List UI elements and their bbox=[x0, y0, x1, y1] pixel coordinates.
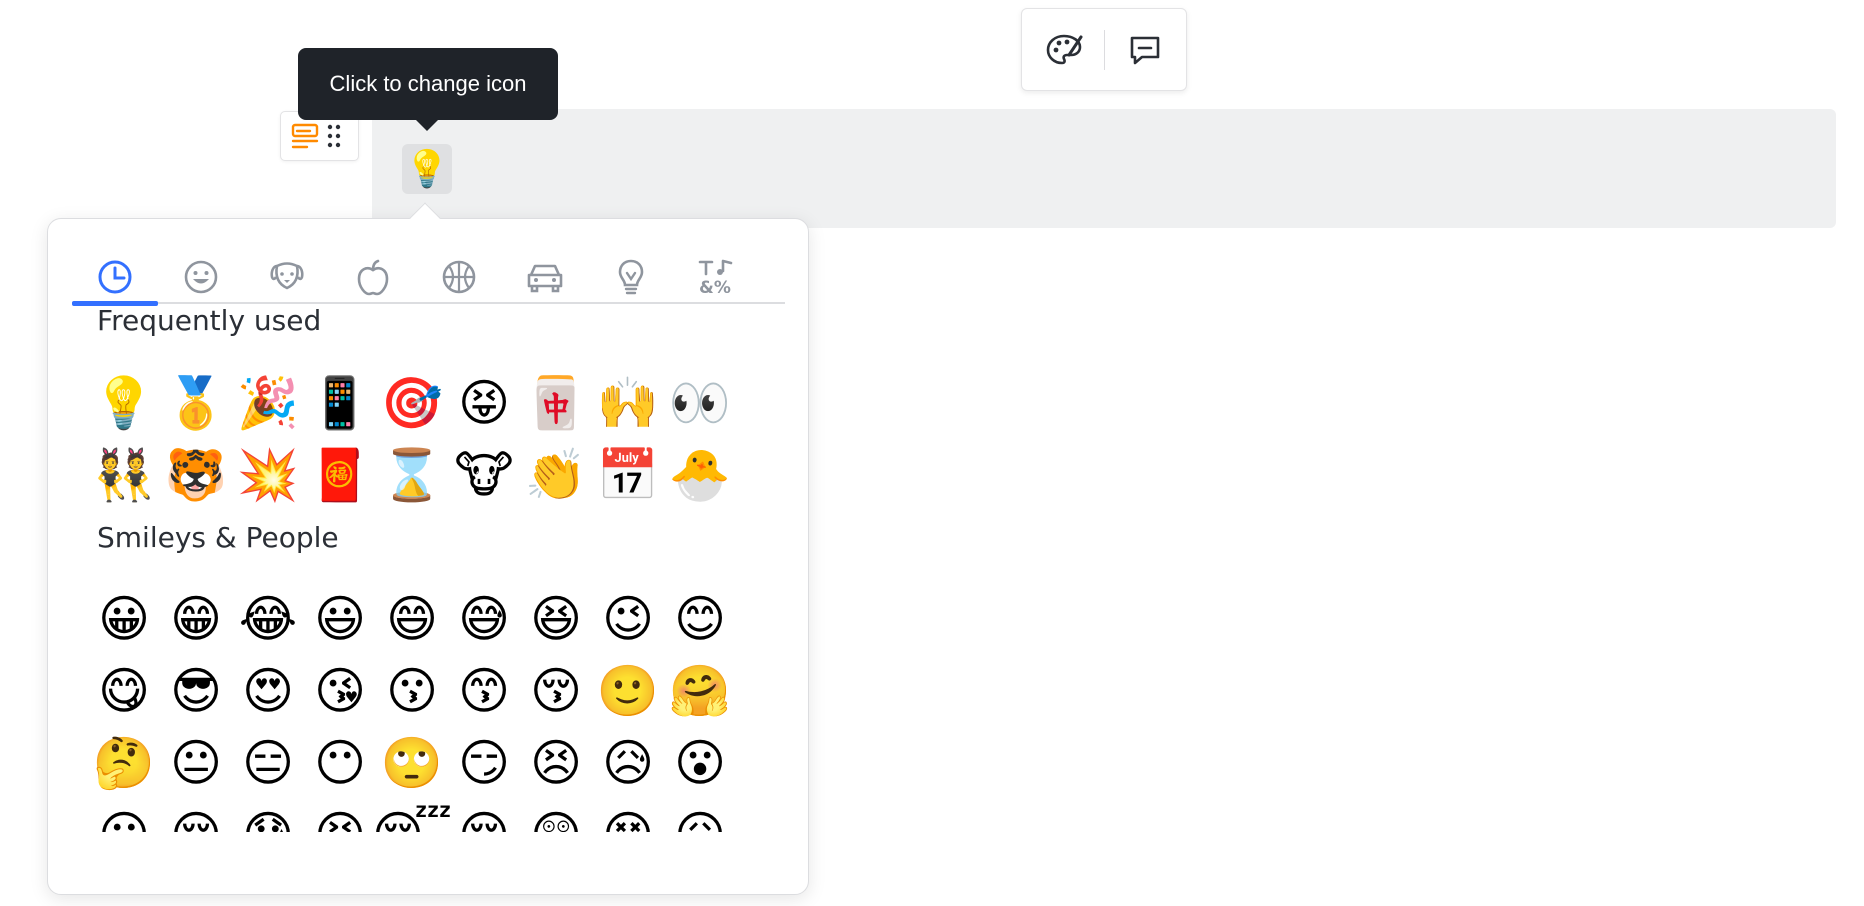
dog-icon bbox=[270, 261, 304, 289]
basketball-icon bbox=[442, 260, 476, 293]
emoji-item[interactable]: 🐣 bbox=[664, 439, 736, 511]
emoji-picker: &% Frequently used 💡 🥇 🎉 📱 🎯 😝 🀄 🙌 👀 👯 🐯 💥 🧧 ⌛ 🐮 👏 📅 🐣 Sm… bbox=[47, 218, 809, 895]
emoji-category-tabs: &% bbox=[72, 249, 785, 306]
tab-symbols[interactable]: &% bbox=[674, 249, 760, 304]
tab-food[interactable] bbox=[330, 249, 416, 304]
emoji-item[interactable]: 😐 bbox=[160, 727, 232, 799]
callout-icon-button[interactable]: 💡 bbox=[402, 144, 452, 194]
emoji-item[interactable]: 💡 bbox=[88, 367, 160, 439]
tooltip: Click to change icon bbox=[298, 48, 558, 131]
emoji-item[interactable]: 😎 bbox=[160, 655, 232, 727]
emoji-item[interactable]: 😓 bbox=[232, 799, 304, 832]
palette-icon bbox=[1046, 34, 1082, 64]
emoji-item[interactable]: 🐯 bbox=[160, 439, 232, 511]
emoji-item[interactable]: 🎯 bbox=[376, 367, 448, 439]
emoji-item[interactable]: 😐 bbox=[88, 799, 160, 832]
emoji-item[interactable]: 😘 bbox=[304, 655, 376, 727]
emoji-item[interactable]: 😙 bbox=[448, 655, 520, 727]
emoji-item[interactable]: 😵 bbox=[592, 799, 664, 832]
tab-activities[interactable] bbox=[416, 249, 502, 304]
emoji-item[interactable]: 😫 bbox=[304, 799, 376, 832]
car-icon bbox=[527, 264, 563, 292]
emoji-item[interactable]: 👀 bbox=[664, 367, 736, 439]
callout-block[interactable] bbox=[372, 109, 1836, 228]
callout-block-icon bbox=[291, 123, 319, 149]
emoji-item[interactable]: 🤔 bbox=[88, 727, 160, 799]
emoji-item[interactable]: 🀄 bbox=[520, 367, 592, 439]
emoji-item[interactable]: 👏 bbox=[520, 439, 592, 511]
lightbulb-icon bbox=[618, 259, 644, 294]
emoji-item[interactable]: 😑 bbox=[232, 727, 304, 799]
emoji-item[interactable]: 😃 bbox=[304, 583, 376, 655]
toolbar-divider bbox=[1103, 29, 1105, 70]
emoji-scroll-area[interactable]: 😀😁😂😃😄😅😆😉😊😋😎😍😘😗😙😚🙂🤗🤔😐😑😶🙄😏😣😥😮😐😌😓😫😴😔😲😵😖 bbox=[48, 583, 808, 832]
emoji-grid-frequent: 💡 🥇 🎉 📱 🎯 😝 🀄 🙌 👀 👯 🐯 💥 🧧 ⌛ 🐮 👏 📅 🐣 bbox=[88, 367, 736, 511]
emoji-item[interactable]: 😀 bbox=[88, 583, 160, 655]
emoji-item[interactable]: 😉 bbox=[592, 583, 664, 655]
emoji-item[interactable]: 🙄 bbox=[376, 727, 448, 799]
emoji-item[interactable]: 🙂 bbox=[592, 655, 664, 727]
tab-animals[interactable] bbox=[244, 249, 330, 304]
emoji-item[interactable]: 😂 bbox=[232, 583, 304, 655]
emoji-grid-smileys: 😀😁😂😃😄😅😆😉😊😋😎😍😘😗😙😚🙂🤗🤔😐😑😶🙄😏😣😥😮😐😌😓😫😴😔😲😵😖 bbox=[88, 583, 736, 832]
emoji-item[interactable]: 😮 bbox=[664, 727, 736, 799]
emoji-item[interactable]: 🙌 bbox=[592, 367, 664, 439]
emoji-item[interactable]: 😚 bbox=[520, 655, 592, 727]
section-title-smileys: Smileys & People bbox=[97, 521, 339, 554]
emoji-item[interactable]: 😲 bbox=[520, 799, 592, 832]
emoji-item[interactable]: 😁 bbox=[160, 583, 232, 655]
emoji-item[interactable]: 😋 bbox=[88, 655, 160, 727]
emoji-item[interactable]: 📅 bbox=[592, 439, 664, 511]
tab-travel[interactable] bbox=[502, 249, 588, 304]
emoji-item[interactable]: 📱 bbox=[304, 367, 376, 439]
comment-button[interactable] bbox=[1115, 20, 1175, 80]
emoji-item[interactable]: 😍 bbox=[232, 655, 304, 727]
emoji-item[interactable]: 🎉 bbox=[232, 367, 304, 439]
emoji-item[interactable]: 😣 bbox=[520, 727, 592, 799]
emoji-item[interactable]: 😏 bbox=[448, 727, 520, 799]
emoji-item[interactable]: 😝 bbox=[448, 367, 520, 439]
emoji-item[interactable]: ⌛ bbox=[376, 439, 448, 511]
emoji-item[interactable]: 🧧 bbox=[304, 439, 376, 511]
emoji-item[interactable]: 😴 bbox=[372, 799, 452, 832]
smiley-icon bbox=[184, 260, 218, 293]
symbols-icon: &% bbox=[698, 259, 733, 296]
emoji-item[interactable]: 😅 bbox=[448, 583, 520, 655]
emoji-item[interactable]: 💥 bbox=[232, 439, 304, 511]
emoji-item[interactable]: 😄 bbox=[376, 583, 448, 655]
emoji-item[interactable]: 😥 bbox=[592, 727, 664, 799]
tab-objects[interactable] bbox=[588, 249, 674, 304]
floating-toolbar bbox=[1021, 8, 1187, 91]
emoji-item[interactable]: 🤗 bbox=[664, 655, 736, 727]
section-title-frequent: Frequently used bbox=[97, 304, 322, 337]
drag-handle-icon[interactable] bbox=[327, 123, 341, 149]
clock-icon bbox=[98, 260, 132, 293]
emoji-item[interactable]: 👯 bbox=[88, 439, 160, 511]
emoji-item[interactable]: 😔 bbox=[448, 799, 520, 832]
svg-text:&%: &% bbox=[699, 278, 731, 296]
emoji-item[interactable]: 😌 bbox=[160, 799, 232, 832]
emoji-item[interactable]: 🥇 bbox=[160, 367, 232, 439]
tab-smileys[interactable] bbox=[158, 249, 244, 304]
emoji-item[interactable]: 😶 bbox=[304, 727, 376, 799]
emoji-item[interactable]: 🐮 bbox=[448, 439, 520, 511]
emoji-item[interactable]: 😊 bbox=[664, 583, 736, 655]
emoji-item[interactable]: 😆 bbox=[520, 583, 592, 655]
emoji-item[interactable]: 😖 bbox=[664, 799, 736, 832]
palette-button[interactable] bbox=[1034, 20, 1094, 80]
apple-icon bbox=[357, 259, 389, 295]
emoji-item[interactable]: 😗 bbox=[376, 655, 448, 727]
tab-recent[interactable] bbox=[72, 249, 158, 306]
comment-icon bbox=[1130, 36, 1159, 64]
